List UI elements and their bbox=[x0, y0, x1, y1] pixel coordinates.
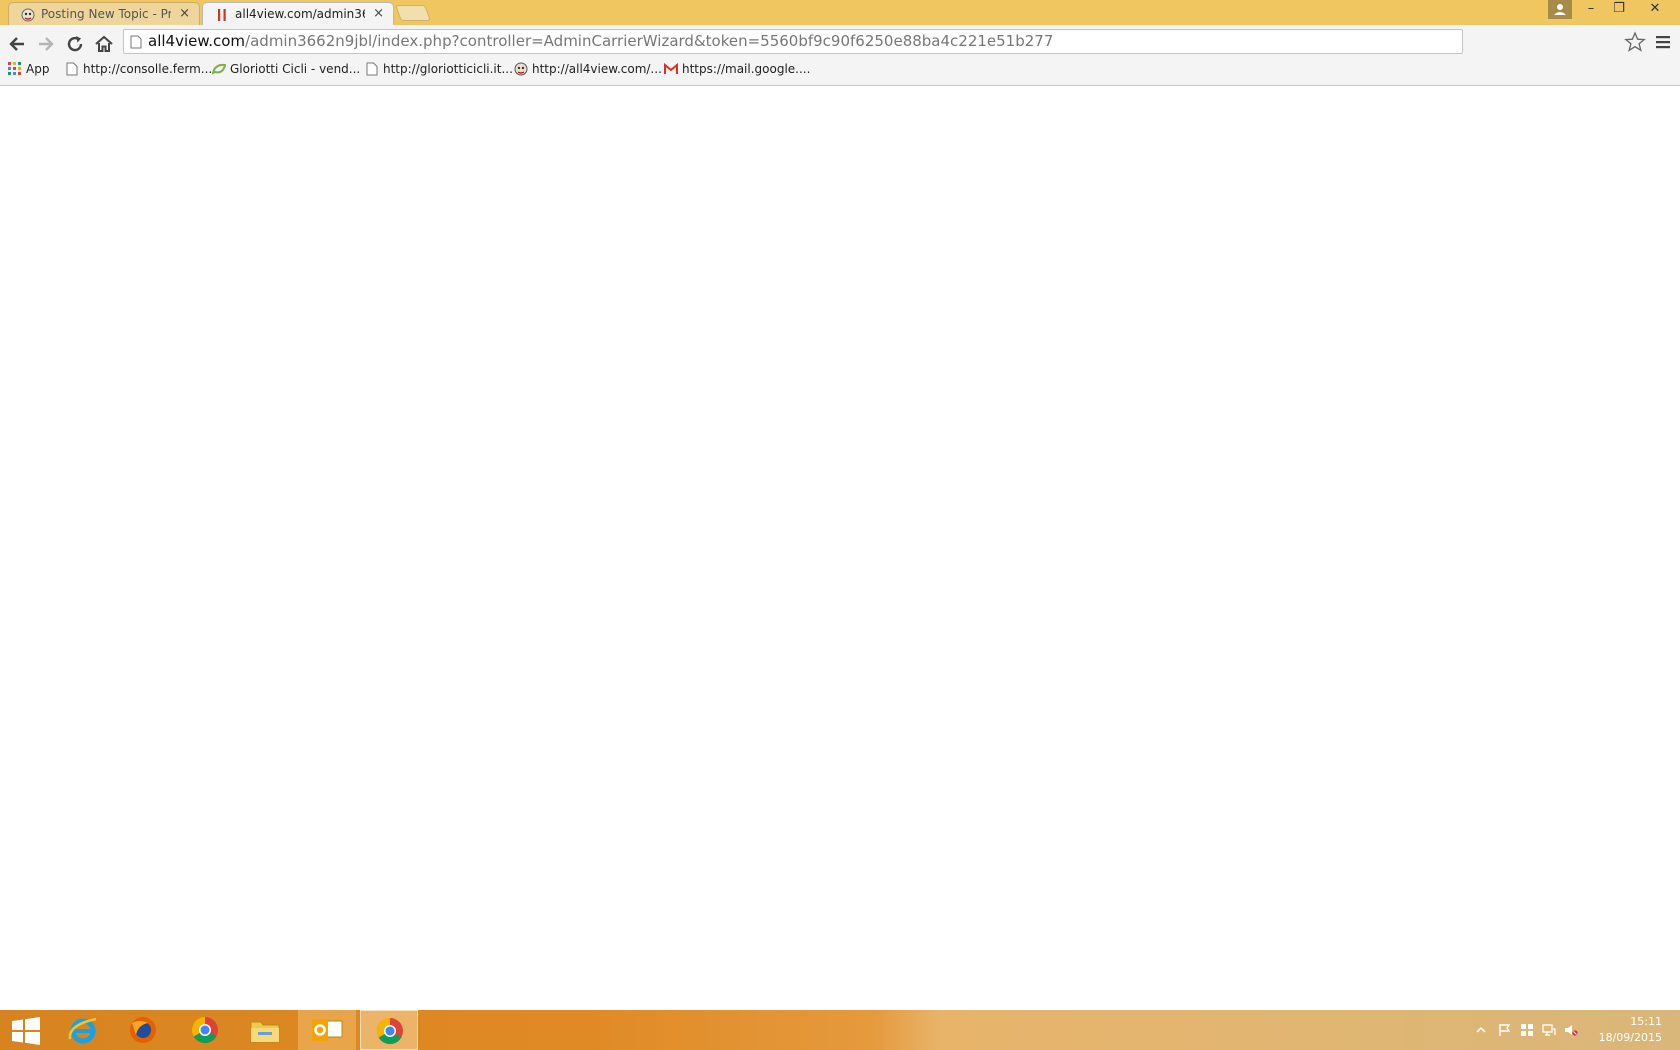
bookmark-gmail[interactable]: https://mail.google.... bbox=[664, 57, 810, 81]
clock-date: 18/09/2015 bbox=[1598, 1031, 1662, 1044]
prestashop-icon bbox=[514, 62, 528, 76]
profile-button[interactable] bbox=[1548, 0, 1572, 19]
apps-grid-icon bbox=[8, 62, 21, 75]
windows-logo-icon bbox=[12, 1017, 40, 1045]
chrome-icon bbox=[376, 1017, 403, 1045]
bookmark-label: https://mail.google.... bbox=[682, 62, 811, 76]
page-icon bbox=[366, 62, 378, 76]
bookmarks-bar: App http://consolle.ferm... Gloriotti Ci… bbox=[0, 57, 1680, 81]
tab-close-icon[interactable]: × bbox=[179, 3, 190, 25]
restore-button[interactable]: ❐ bbox=[1606, 0, 1632, 20]
tab-all4view-admin[interactable]: all4view.com/admin3662n9jbl × bbox=[202, 2, 394, 25]
home-icon[interactable] bbox=[92, 32, 116, 56]
firefox-icon bbox=[130, 1017, 156, 1043]
taskbar-chrome-active[interactable] bbox=[360, 1010, 418, 1050]
taskbar-file-explorer[interactable] bbox=[236, 1010, 294, 1050]
bookmark-all4view[interactable]: http://all4view.com/... bbox=[514, 57, 662, 81]
internet-explorer-icon bbox=[68, 1017, 97, 1044]
bookmark-star-icon[interactable] bbox=[1624, 31, 1646, 53]
reload-icon[interactable] bbox=[63, 32, 87, 56]
bookmark-label: http://gloriotticicli.it... bbox=[383, 62, 513, 76]
taskbar-clock[interactable]: 15:11 18/09/2015 bbox=[1599, 1014, 1662, 1046]
bookmark-gloriotti-cicli[interactable]: Gloriotti Cicli - vend... bbox=[212, 57, 360, 81]
folder-icon bbox=[250, 1021, 280, 1043]
taskbar-chrome[interactable] bbox=[176, 1010, 234, 1050]
url-text[interactable]: all4view.com/admin3662n9jbl/index.php?co… bbox=[148, 30, 1053, 53]
address-bar[interactable]: all4view.com/admin3662n9jbl/index.php?co… bbox=[123, 29, 1463, 54]
bookmark-apps[interactable]: App bbox=[8, 57, 52, 81]
page-content bbox=[0, 86, 1680, 1010]
minimize-button[interactable]: – bbox=[1578, 0, 1604, 20]
tab-posting-new-topic[interactable]: Posting New Topic - Prest × bbox=[8, 2, 200, 25]
chrome-icon bbox=[191, 1016, 218, 1044]
bookmark-label: http://all4view.com/... bbox=[532, 62, 662, 76]
outlook-icon bbox=[312, 1019, 343, 1041]
page-favicon-icon bbox=[218, 9, 226, 21]
chrome-menu-icon[interactable] bbox=[1654, 33, 1672, 51]
bookmark-consolle[interactable]: http://consolle.ferm... bbox=[65, 57, 212, 81]
bookmark-label: http://consolle.ferm... bbox=[83, 62, 213, 76]
tab-label: Posting New Topic - Prest bbox=[41, 7, 171, 21]
windows-taskbar: 15:11 18/09/2015 bbox=[0, 1010, 1680, 1050]
gmail-icon bbox=[664, 62, 678, 74]
tab-label: all4view.com/admin3662n9jbl bbox=[235, 7, 365, 21]
bookmark-label: Gloriotti Cicli - vend... bbox=[230, 62, 361, 76]
show-hidden-icons-icon[interactable] bbox=[1474, 1023, 1488, 1037]
page-info-icon[interactable] bbox=[130, 35, 142, 49]
system-tray: 15:11 18/09/2015 bbox=[1470, 1010, 1680, 1050]
back-arrow-icon[interactable] bbox=[5, 32, 29, 56]
user-icon bbox=[1554, 4, 1566, 15]
action-center-flag-icon[interactable] bbox=[1498, 1023, 1512, 1037]
url-host: all4view.com bbox=[148, 32, 246, 50]
forward-arrow-icon[interactable] bbox=[34, 32, 58, 56]
tab-close-icon[interactable]: × bbox=[373, 3, 384, 25]
network-icon[interactable] bbox=[1542, 1023, 1556, 1037]
bookmark-label: App bbox=[26, 62, 50, 76]
windows-update-icon[interactable] bbox=[1520, 1023, 1534, 1037]
page-icon bbox=[66, 62, 78, 76]
clock-time: 15:11 bbox=[1630, 1015, 1662, 1028]
start-button[interactable] bbox=[0, 1010, 58, 1050]
volume-muted-icon[interactable] bbox=[1564, 1023, 1578, 1037]
taskbar-firefox[interactable] bbox=[114, 1010, 172, 1050]
prestashop-favicon-icon bbox=[21, 8, 35, 22]
close-window-button[interactable]: ✕ bbox=[1642, 0, 1668, 20]
new-tab-button[interactable] bbox=[395, 5, 431, 21]
taskbar-internet-explorer[interactable] bbox=[54, 1010, 112, 1050]
leaf-icon bbox=[212, 63, 226, 75]
browser-toolbar: all4view.com/admin3662n9jbl/index.php?co… bbox=[0, 25, 1680, 86]
taskbar-outlook[interactable] bbox=[298, 1010, 356, 1050]
url-path: /admin3662n9jbl/index.php?controller=Adm… bbox=[245, 32, 1054, 50]
browser-titlebar: Posting New Topic - Prest × all4view.com… bbox=[0, 0, 1680, 25]
bookmark-gloriotticicli[interactable]: http://gloriotticicli.it... bbox=[365, 57, 513, 81]
